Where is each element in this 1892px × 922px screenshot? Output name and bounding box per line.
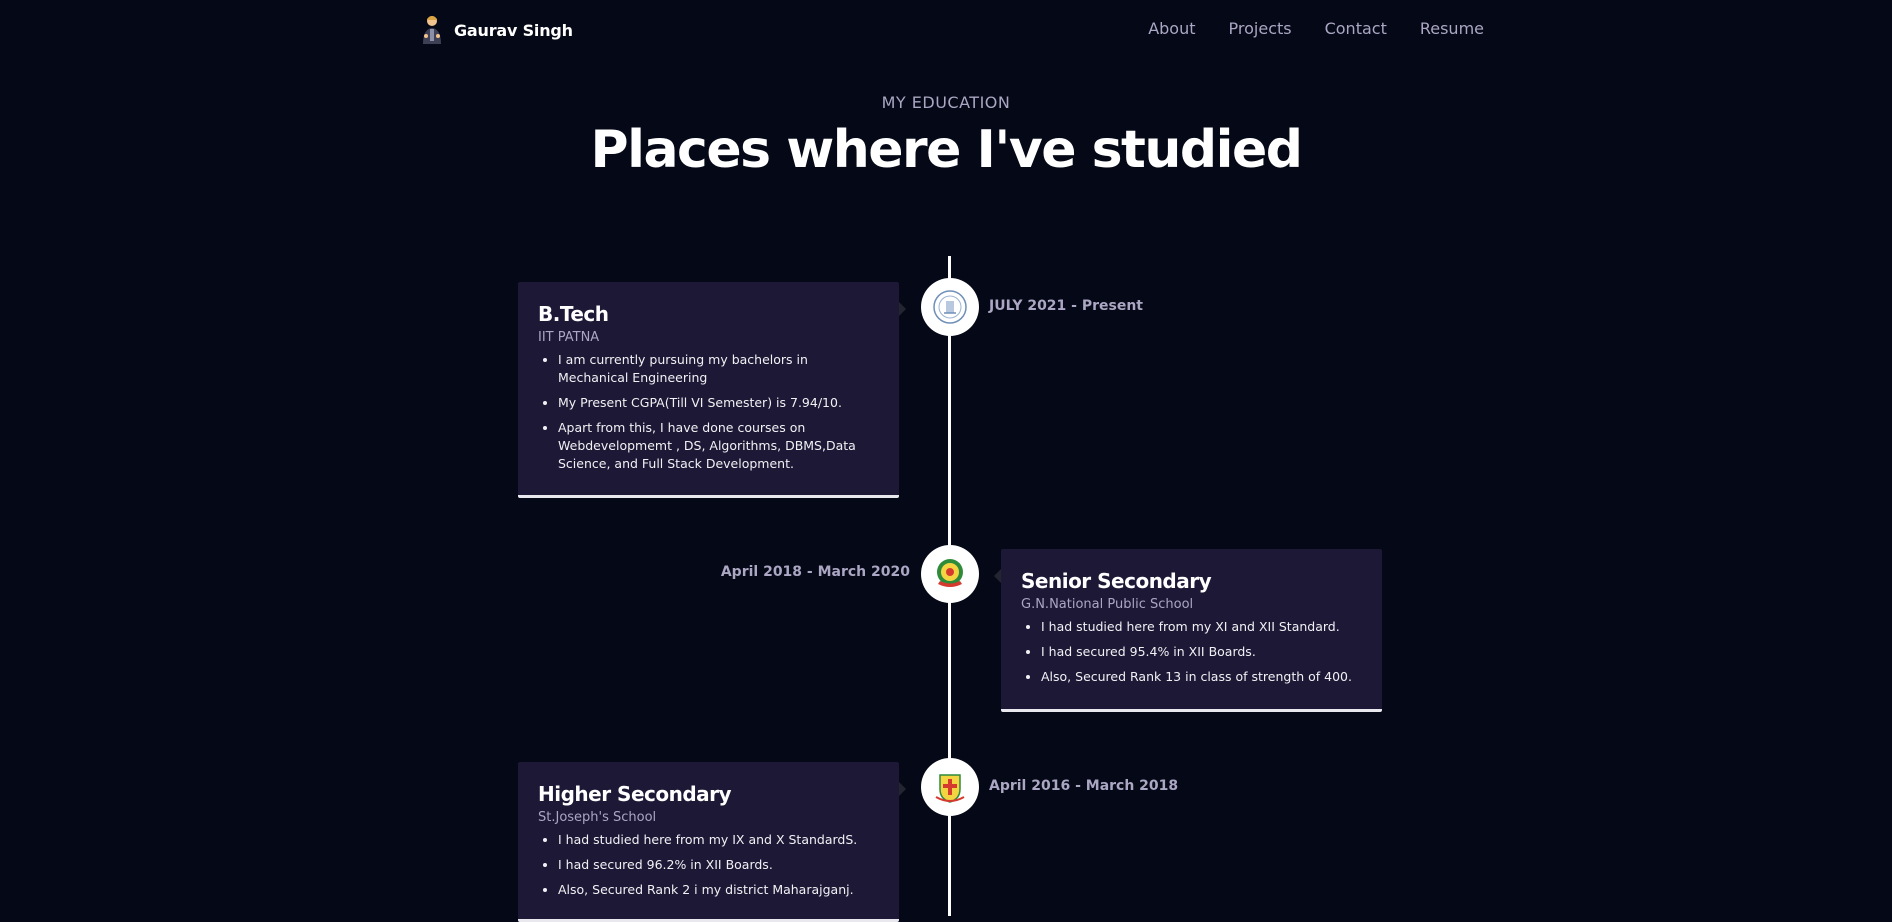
avatar-icon: [418, 14, 446, 46]
timeline-date-higher-secondary: April 2016 - March 2018: [989, 778, 1179, 794]
card-organization: G.N.National Public School: [1021, 597, 1194, 612]
card-organization: St.Joseph's School: [538, 810, 657, 825]
card-point: Also, Secured Rank 13 in class of streng…: [1041, 668, 1362, 686]
nav-links: About Projects Contact Resume: [1148, 19, 1484, 38]
nav-link-about[interactable]: About: [1148, 19, 1195, 38]
card-title: B.Tech: [538, 302, 609, 326]
nav-link-resume[interactable]: Resume: [1420, 19, 1484, 38]
card-point: I had secured 95.4% in XII Boards.: [1041, 643, 1362, 661]
card-organization: IIT PATNA: [538, 330, 600, 345]
section-title: Places where I've studied: [590, 120, 1303, 180]
st-josephs-school-logo-icon: [935, 774, 965, 803]
card-point: Apart from this, I have done courses on …: [558, 419, 879, 473]
gn-national-school-logo-icon: [937, 559, 963, 587]
timeline-card-higher-secondary: Higher Secondary St.Joseph's School I ha…: [518, 762, 906, 922]
iit-patna-logo-icon: [933, 290, 967, 324]
brand-name: Gaurav Singh: [454, 20, 573, 40]
card-title: Senior Secondary: [1021, 569, 1212, 593]
card-point: My Present CGPA(Till VI Semester) is 7.9…: [558, 394, 879, 412]
card-point: I had studied here from my XI and XII St…: [1041, 618, 1362, 636]
brand-link[interactable]: Gaurav Singh: [418, 14, 573, 46]
timeline-card-btech: B.Tech IIT PATNA I am currently pursuing…: [518, 282, 906, 498]
navbar: Gaurav Singh About Projects Contact Resu…: [0, 0, 1892, 60]
timeline-node-higher-secondary: [921, 758, 979, 816]
card-point: I had secured 96.2% in XII Boards.: [558, 856, 879, 874]
section-subtitle: MY EDUCATION: [881, 93, 1011, 112]
timeline-node-btech: [921, 278, 979, 336]
timeline-date-senior-secondary: April 2018 - March 2020: [720, 564, 910, 580]
card-points: I am currently pursuing my bachelors in …: [538, 351, 879, 473]
timeline-node-senior-secondary: [921, 545, 979, 603]
nav-link-contact[interactable]: Contact: [1325, 19, 1387, 38]
nav-link-projects[interactable]: Projects: [1229, 19, 1292, 38]
card-title: Higher Secondary: [538, 782, 732, 806]
timeline-date-btech: JULY 2021 - Present: [989, 298, 1143, 314]
timeline-card-senior-secondary: Senior Secondary G.N.National Public Sch…: [994, 549, 1382, 712]
card-points: I had studied here from my XI and XII St…: [1021, 618, 1362, 686]
card-points: I had studied here from my IX and X Stan…: [538, 831, 879, 899]
card-point: Also, Secured Rank 2 i my district Mahar…: [558, 881, 879, 899]
card-point: I had studied here from my IX and X Stan…: [558, 831, 879, 849]
card-point: I am currently pursuing my bachelors in …: [558, 351, 879, 387]
